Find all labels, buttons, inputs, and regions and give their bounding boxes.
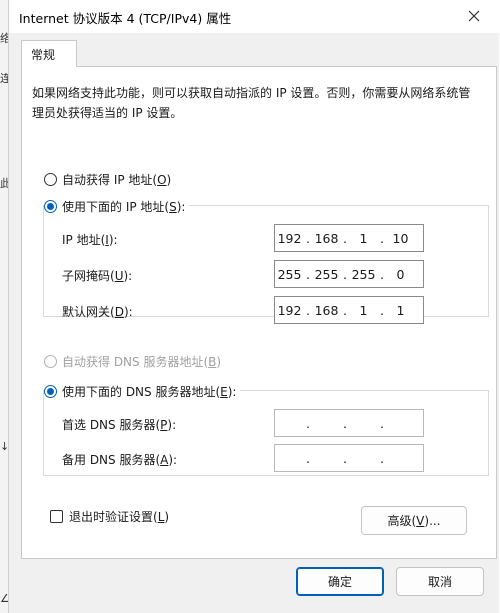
ipv4-properties-dialog: Internet 协议版本 4 (TCP/IPv4) 属性 常规 如果网络支持此… [8,0,499,613]
validate-on-exit-label: 退出时验证设置(L) [69,510,170,524]
validate-on-exit-checkbox[interactable]: 退出时验证设置(L) [50,508,169,525]
window-title: Internet 协议版本 4 (TCP/IPv4) 属性 [19,11,232,26]
close-icon [468,10,480,22]
separator: . [380,302,384,318]
auto-ip-radio[interactable]: 自动获得 IP 地址(O) [44,171,171,188]
dialog-footer: 确定 取消 [9,559,499,613]
separator: . [343,450,347,466]
separator: . [343,302,347,318]
manual-dns-label: 使用下面的 DNS 服务器地址(E): [62,385,237,399]
description-text: 如果网络支持此功能，则可以获取自动指派的 IP 设置。否则，你需要从网络系统管理… [32,86,471,120]
separator: . [380,266,384,282]
manual-dns-radio[interactable]: 使用下面的 DNS 服务器地址(E): [44,383,241,400]
octet: 255 [314,266,339,282]
ok-button[interactable]: 确定 [296,567,384,596]
octet: 255 [277,266,302,282]
octet: 1 [359,230,368,246]
separator: . [380,450,384,466]
subnet-mask-input[interactable]: 255. 255. 255. 0 [274,260,424,288]
manual-ip-label: 使用下面的 IP 地址(S): [62,200,186,214]
preferred-dns-label: 首选 DNS 服务器(P): [62,418,177,432]
auto-dns-radio[interactable]: 自动获得 DNS 服务器地址(B) [44,353,221,370]
separator: . [306,266,310,282]
octet: 168 [314,230,339,246]
octet: 1 [396,302,405,318]
advanced-label-end: )... [424,513,441,528]
radio-button[interactable] [44,173,57,186]
radio-button[interactable] [44,355,57,368]
octet: 255 [351,266,376,282]
separator: . [306,415,310,431]
separator: . [343,230,347,246]
octet: 0 [396,266,405,282]
octet: 10 [392,230,409,246]
ip-address-input[interactable]: 192. 168. 1. 10 [274,224,424,252]
alternate-dns-label: 备用 DNS 服务器(A): [62,453,178,467]
octet: 1 [359,302,368,318]
separator: . [380,230,384,246]
advanced-button[interactable]: 高级(V)... [361,506,467,535]
radio-button[interactable] [44,385,57,398]
alternate-dns-input[interactable]: . . . [274,444,424,472]
octet: 168 [314,302,339,318]
advanced-label: 高级( [387,514,417,528]
checkbox[interactable] [50,510,63,523]
octet: 192 [277,230,302,246]
auto-ip-label: 自动获得 IP 地址(O) [62,173,172,187]
manual-ip-radio[interactable]: 使用下面的 IP 地址(S): [44,198,190,215]
default-gateway-input[interactable]: 192. 168. 1. 1 [274,296,424,324]
ip-address-label: IP 地址(I): [62,233,118,247]
subnet-mask-label: 子网掩码(U): [62,269,133,283]
tab-general[interactable]: 常规 [21,40,77,67]
separator: . [380,415,384,431]
octet: 192 [277,302,302,318]
auto-dns-label: 自动获得 DNS 服务器地址(B) [62,355,222,369]
separator: . [306,450,310,466]
default-gateway-label: 默认网关(D): [62,305,133,319]
advanced-accesskey: V [416,513,425,528]
general-panel: 如果网络支持此功能，则可以获取自动指派的 IP 设置。否则，你需要从网络系统管理… [21,66,497,559]
separator: . [343,415,347,431]
preferred-dns-input[interactable]: . . . [274,409,424,437]
separator: . [306,302,310,318]
separator: . [343,266,347,282]
close-button[interactable] [457,3,491,29]
cancel-button[interactable]: 取消 [396,567,484,596]
title-bar: Internet 协议版本 4 (TCP/IPv4) 属性 [9,0,499,33]
radio-button[interactable] [44,200,57,213]
separator: . [306,230,310,246]
